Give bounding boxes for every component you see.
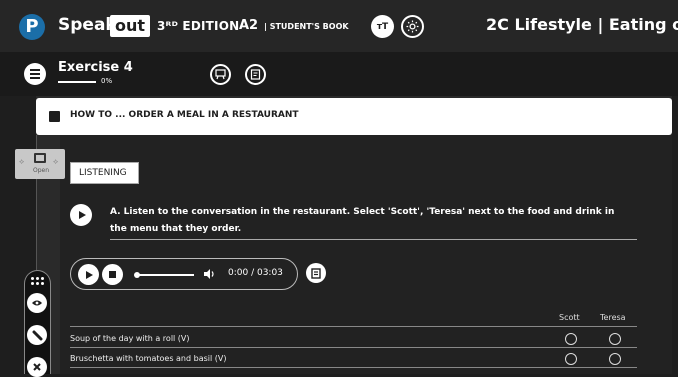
unit-title: 2C Lifestyle | Eating out xyxy=(486,15,678,34)
column-header-teresa: Teresa xyxy=(600,313,626,322)
drag-right-icon: ⟡ xyxy=(53,157,59,166)
instruction-text: A. Listen to the conversation in the res… xyxy=(110,207,615,234)
how-to-card: HOW TO ... ORDER A MEAL IN A RESTAURANT xyxy=(36,98,672,135)
level-label: A2 xyxy=(239,18,259,33)
pen-icon[interactable] xyxy=(27,325,47,345)
seek-bar[interactable] xyxy=(137,274,194,276)
food-item: Soup of the day with a roll (V) xyxy=(70,334,190,343)
eye-icon[interactable] xyxy=(27,293,47,313)
book-label: | STUDENT'S BOOK xyxy=(264,22,349,31)
seek-handle[interactable] xyxy=(134,272,140,278)
how-to-title: HOW TO ... ORDER A MEAL IN A RESTAURANT xyxy=(70,110,299,120)
food-item: Bruschetta with tomatoes and basil (V) xyxy=(70,354,227,363)
tab-listening[interactable]: LISTENING xyxy=(70,162,139,184)
text-size-icon[interactable]: тT xyxy=(371,15,394,38)
exercise-bar: Exercise 4 0% xyxy=(0,52,678,96)
divider xyxy=(110,239,637,240)
edition-label: 3ᴿᴰ EDITION xyxy=(157,19,240,33)
audio-time: 0:00 / 03:03 xyxy=(228,268,283,278)
column-header-scott: Scott xyxy=(559,313,580,322)
open-presentation-tool[interactable]: ⟡ Open ⟡ xyxy=(15,149,65,179)
exercise-title: Exercise 4 xyxy=(58,60,133,75)
brand-speak: Speak xyxy=(58,15,117,35)
brand-out: out xyxy=(110,15,151,37)
progress-percent: 0% xyxy=(101,77,113,85)
notes-icon[interactable] xyxy=(245,64,266,85)
play-button[interactable] xyxy=(78,264,99,285)
progress-bar xyxy=(58,81,96,83)
table-header-divider xyxy=(70,326,637,327)
top-bar: P Speak out 3ᴿᴰ EDITION A2 | STUDENT'S B… xyxy=(0,0,678,52)
presentation-icon[interactable] xyxy=(210,64,231,85)
hamburger-icon[interactable] xyxy=(24,63,46,85)
close-icon[interactable] xyxy=(27,357,47,377)
presentation-icon xyxy=(34,153,46,163)
volume-icon[interactable] xyxy=(203,268,217,280)
stop-button[interactable] xyxy=(102,264,123,285)
table-row: Bruschetta with tomatoes and basil (V) xyxy=(70,350,637,368)
radio-scott[interactable] xyxy=(565,353,577,365)
brightness-icon[interactable] xyxy=(401,15,424,38)
drag-left-icon: ⟡ xyxy=(19,157,25,166)
audio-player: 0:00 / 03:03 xyxy=(70,258,298,290)
transcript-icon[interactable] xyxy=(306,263,326,283)
radio-teresa[interactable] xyxy=(609,333,621,345)
radio-teresa[interactable] xyxy=(609,353,621,365)
grid-dots-icon[interactable] xyxy=(31,277,44,285)
open-label: Open xyxy=(33,167,50,174)
table-row: Soup of the day with a roll (V) xyxy=(70,330,637,348)
pearson-logo: P xyxy=(19,14,45,40)
checklist-icon xyxy=(49,111,60,122)
radio-scott[interactable] xyxy=(565,333,577,345)
play-instruction-icon[interactable] xyxy=(70,204,92,226)
